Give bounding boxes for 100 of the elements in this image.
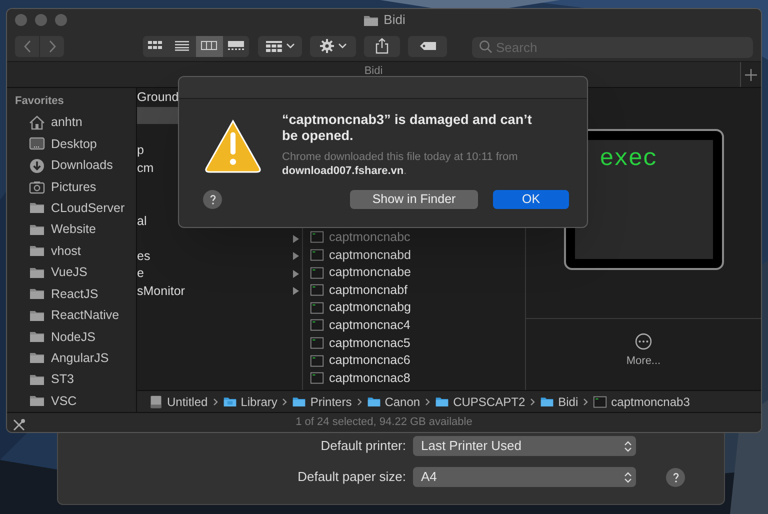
search-icon: [479, 40, 492, 52]
terminal-file-icon: [310, 318, 324, 332]
columns-icon: [201, 41, 218, 51]
path-item[interactable]: CUPSCAPT2: [435, 392, 526, 410]
arrange-button[interactable]: [258, 36, 302, 56]
terminal-file-icon: [593, 394, 608, 408]
field-label: Default paper size:: [296, 468, 407, 486]
question-mark-icon: [208, 194, 218, 205]
file-row[interactable]: captmoncnac4: [310, 316, 525, 334]
gear-icon: [320, 39, 334, 53]
terminal-file-icon: [310, 336, 324, 350]
file-row[interactable]: captmoncnabf: [310, 281, 525, 300]
icon-grid-icon: [148, 41, 164, 51]
sidebar-item[interactable]: VSC: [15, 390, 136, 412]
dialog-button[interactable]: Show in Finder: [350, 190, 478, 209]
caret-icon: [338, 43, 346, 49]
chevron-icon: [356, 398, 362, 406]
forward-button[interactable]: [40, 36, 64, 56]
column-row[interactable]: sMonitor: [137, 282, 302, 300]
item-label: es: [137, 248, 152, 265]
folder-icon: [366, 394, 381, 408]
action-button[interactable]: [310, 36, 356, 56]
file-row[interactable]: captmoncnac5: [310, 334, 525, 352]
status-text: 1 of 24 selected, 94.22 GB available: [296, 415, 472, 430]
path-item[interactable]: Canon: [366, 392, 420, 410]
list-icon: [174, 41, 191, 51]
more-icon: [635, 333, 652, 350]
sidebar-heading: Favorites: [15, 94, 65, 108]
terminal-file-icon: [310, 230, 324, 244]
folder-icon: [292, 394, 306, 408]
chevron-right-icon: [48, 40, 56, 52]
folder-icon: [362, 13, 379, 27]
chevron-icon: [282, 398, 288, 406]
terminal-file-icon: [310, 300, 324, 315]
file-row[interactable]: captmoncnabe: [310, 264, 525, 282]
path-item[interactable]: Bidi: [540, 392, 578, 410]
file-row[interactable]: captmoncnac6: [310, 352, 525, 370]
sidebar-item[interactable]: Pictures: [15, 176, 136, 198]
field-label: Default printer:: [320, 437, 407, 456]
path-item[interactable]: Library: [222, 392, 278, 410]
sidebar-item[interactable]: AngularJS: [15, 348, 136, 370]
more-link[interactable]: More...: [626, 353, 661, 370]
sidebar-item[interactable]: Website: [15, 219, 136, 241]
chevron-icon: [425, 398, 430, 406]
item-label: Ground: [137, 89, 180, 106]
house-icon: [29, 114, 45, 131]
camera-icon: [29, 178, 45, 195]
terminal-file-icon: [310, 248, 324, 262]
folder-icon: [435, 394, 450, 408]
item-label: sMonitor: [137, 282, 186, 300]
download-icon: [29, 158, 45, 174]
file-row[interactable]: captmoncnac8: [310, 369, 525, 387]
file-row[interactable]: captmoncnabc: [310, 228, 525, 246]
sidebar-item[interactable]: VueJS: [15, 262, 136, 284]
up-down-arrows-icon: [624, 472, 632, 482]
alert-message: Chrome downloaded this file today at 10:11 from download007.fshare.vn.: [282, 150, 519, 178]
back-button[interactable]: [15, 36, 39, 56]
up-down-arrows-icon: [624, 440, 632, 452]
path-item[interactable]: Untitled: [149, 392, 208, 410]
item-label: al: [137, 212, 148, 230]
sidebar-item[interactable]: ST3: [15, 369, 136, 390]
grid-icon: [266, 40, 282, 52]
share-button[interactable]: [364, 36, 400, 56]
question-mark-icon: [670, 472, 680, 482]
item-label: e: [137, 265, 145, 282]
drive-icon: [149, 394, 163, 408]
gallery-icon: [228, 41, 244, 51]
terminal-file-icon: [310, 266, 324, 280]
sidebar-item[interactable]: Desktop: [15, 133, 136, 155]
thumbnail-text: exec: [600, 146, 658, 173]
path-item[interactable]: captmoncnab3: [593, 392, 690, 410]
window-title: Bidi: [384, 11, 406, 30]
dropdown[interactable]: Last Printer Used: [413, 436, 636, 456]
sidebar-item[interactable]: ReactJS: [15, 283, 136, 305]
file-row[interactable]: captmoncnabg: [310, 299, 525, 317]
sidebar-item[interactable]: NodeJS: [15, 326, 136, 348]
chevron-icon: [583, 398, 588, 406]
chevron-icon: [212, 398, 218, 406]
sidebar-item[interactable]: vhost: [15, 240, 136, 262]
caret-icon: [286, 43, 294, 49]
plus-icon: [745, 68, 757, 80]
sidebar-item[interactable]: ReactNative: [15, 304, 136, 326]
tools-icon: [13, 419, 25, 431]
view-mode-button[interactable]: [196, 36, 222, 56]
help-button[interactable]: [203, 190, 222, 209]
column-row[interactable]: es: [137, 247, 302, 265]
terminal-file-icon: [310, 371, 324, 386]
sidebar-item[interactable]: Downloads: [15, 154, 136, 176]
sidebar-item[interactable]: CLoudServer: [15, 198, 136, 220]
tag-button[interactable]: [408, 36, 447, 56]
tag-icon: [420, 42, 436, 50]
dropdown[interactable]: A4: [413, 467, 636, 487]
column-row[interactable]: e: [137, 264, 302, 283]
file-row[interactable]: captmoncnabd: [310, 246, 525, 264]
sidebar-item[interactable]: anhtn: [15, 112, 136, 134]
path-item[interactable]: Printers: [292, 392, 352, 410]
help-button[interactable]: [666, 468, 685, 486]
default-button[interactable]: OK: [493, 190, 569, 209]
warning-icon: [204, 118, 262, 174]
terminal-file-icon: [310, 283, 324, 298]
